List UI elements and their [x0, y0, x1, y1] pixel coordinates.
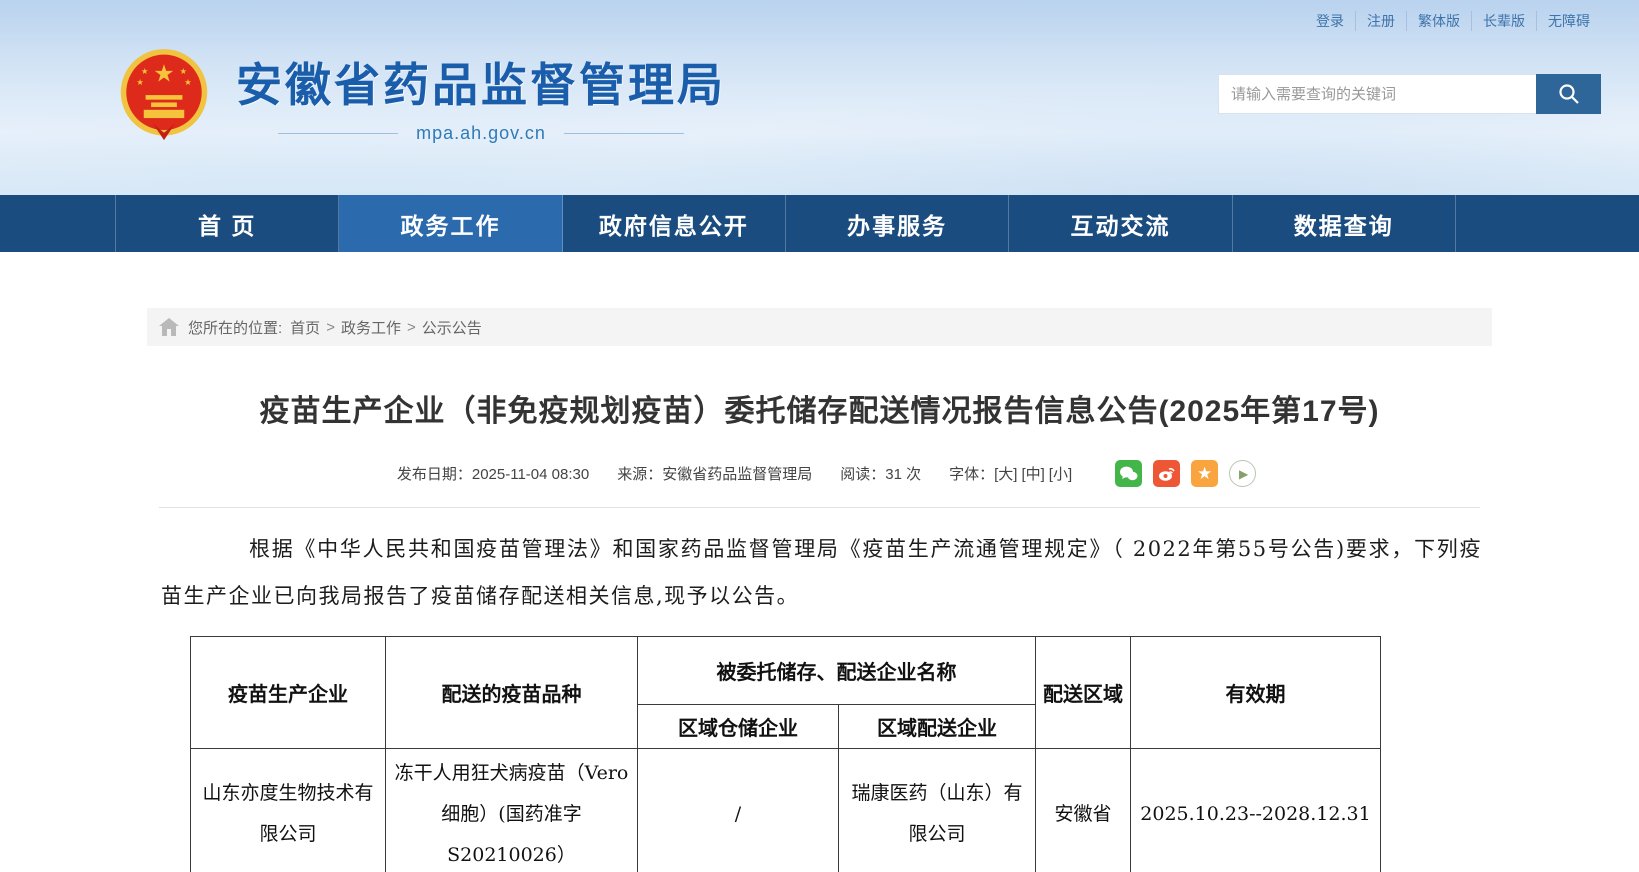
breadcrumb: 您所在的位置: 首页 > 政务工作 > 公示公告	[147, 308, 1492, 346]
national-emblem-icon: ★ ★ ★ ★ ★	[120, 49, 208, 141]
nav-item-info-disclosure[interactable]: 政府信息公开	[563, 195, 786, 252]
brand-text: 安徽省药品监督管理局 mpa.ah.gov.cn	[236, 49, 726, 144]
col-header-vaccine: 配送的疫苗品种	[385, 636, 638, 749]
col-header-entrusted: 被委托储存、配送企业名称	[637, 636, 1036, 705]
search-box	[1218, 74, 1601, 114]
source-label: 来源：	[617, 466, 663, 483]
breadcrumb-separator: >	[406, 318, 416, 336]
breadcrumb-home[interactable]: 首页	[290, 317, 320, 338]
play-icon[interactable]: ▶	[1229, 460, 1257, 487]
svg-text:★: ★	[136, 78, 143, 87]
svg-text:★: ★	[141, 67, 148, 76]
publish-date: 发布日期：2025-11-04 08:30	[397, 463, 589, 484]
topbar-link-login[interactable]: 登录	[1305, 11, 1355, 31]
col-header-region: 配送区域	[1035, 636, 1131, 749]
font-size-small-button[interactable]: [小]	[1049, 466, 1072, 483]
topbar-link-traditional[interactable]: 繁体版	[1406, 11, 1471, 31]
star-glyph: ★	[1197, 463, 1213, 483]
nav-item-home[interactable]: 首 页	[115, 195, 340, 252]
col-header-validity: 有效期	[1130, 636, 1381, 749]
cell-producer: 山东亦度生物技术有限公司	[190, 748, 386, 872]
article-paragraph: 根据《中华人民共和国疫苗管理法》和国家药品监督管理局《疫苗生产流通管理规定》（ …	[161, 537, 1482, 608]
article-source: 来源：安徽省药品监督管理局	[617, 463, 812, 484]
search-button[interactable]	[1536, 74, 1601, 114]
site-header: 登录 注册 繁体版 长辈版 无障碍 ★ ★ ★ ★ ★ 安徽省药品监督管理局 m…	[0, 0, 1639, 195]
weibo-icon[interactable]	[1153, 460, 1181, 487]
cell-validity: 2025.10.23--2028.12.31	[1130, 748, 1381, 872]
content: 您所在的位置: 首页 > 政务工作 > 公示公告 疫苗生产企业（非免疫规划疫苗）…	[147, 308, 1492, 872]
play-glyph: ▶	[1239, 466, 1249, 481]
site-title: 安徽省药品监督管理局	[236, 58, 726, 111]
nav-item-services[interactable]: 办事服务	[786, 195, 1010, 252]
topbar-link-accessibility[interactable]: 无障碍	[1536, 11, 1601, 31]
cell-storage: /	[637, 748, 839, 872]
col-header-producer: 疫苗生产企业	[190, 636, 386, 749]
font-size-control: 字体：[大] [中] [小]	[949, 463, 1076, 484]
search-icon	[1558, 84, 1579, 104]
nav-item-government-work[interactable]: 政务工作	[339, 195, 563, 252]
font-size-medium-button[interactable]: [中]	[1021, 466, 1044, 483]
content-divider	[159, 507, 1480, 508]
wechat-icon[interactable]	[1115, 460, 1143, 487]
nav-inner: 首 页 政务工作 政府信息公开 办事服务 互动交流 数据查询	[115, 195, 1456, 252]
site-domain: mpa.ah.gov.cn	[236, 123, 726, 144]
topbar-link-elderly[interactable]: 长辈版	[1471, 11, 1536, 31]
star-icon[interactable]: ★	[1191, 460, 1219, 487]
topbar: 登录 注册 繁体版 长辈版 无障碍	[0, 0, 1639, 32]
site-logo[interactable]: ★ ★ ★ ★ ★ 安徽省药品监督管理局 mpa.ah.gov.cn	[118, 44, 726, 148]
nav-item-interaction[interactable]: 互动交流	[1009, 195, 1233, 252]
topbar-links: 登录 注册 繁体版 长辈版 无障碍	[1305, 11, 1601, 31]
main-nav: 首 页 政务工作 政府信息公开 办事服务 互动交流 数据查询	[0, 195, 1639, 252]
publish-date-label: 发布日期：	[396, 466, 472, 483]
svg-text:★: ★	[180, 67, 187, 76]
share-icons: ★ ▶	[1104, 460, 1257, 487]
cell-delivery: 瑞康医药（山东）有限公司	[838, 748, 1036, 872]
cell-vaccine: 冻干人用狂犬病疫苗（Vero细胞）(国药准字S20210026）	[385, 748, 638, 872]
home-icon	[159, 318, 179, 336]
col-header-delivery: 区域配送企业	[838, 704, 1036, 749]
table-row: 山东亦度生物技术有限公司 冻干人用狂犬病疫苗（Vero细胞）(国药准字S2021…	[190, 748, 1381, 872]
domain-rule-left	[278, 132, 399, 134]
domain-rule-right	[563, 132, 684, 134]
cell-region: 安徽省	[1035, 748, 1131, 872]
source-value: 安徽省药品监督管理局	[662, 466, 813, 483]
svg-text:★: ★	[184, 78, 191, 87]
svg-text:★: ★	[153, 60, 174, 87]
breadcrumb-prefix: 您所在的位置:	[188, 319, 283, 337]
view-count: 阅读：31 次	[840, 463, 921, 484]
font-size-large-button[interactable]: [大]	[994, 466, 1017, 483]
publish-date-value: 2025-11-04 08:30	[471, 466, 590, 483]
col-header-storage: 区域仓储企业	[637, 704, 839, 749]
breadcrumb-separator: >	[326, 318, 335, 336]
site-domain-text: mpa.ah.gov.cn	[416, 122, 546, 143]
font-size-label: 字体：	[949, 466, 995, 483]
search-input[interactable]	[1218, 74, 1536, 114]
breadcrumb-public-notices[interactable]: 公示公告	[422, 317, 482, 338]
vaccine-report-table: 疫苗生产企业 配送的疫苗品种 被委托储存、配送企业名称 配送区域 有效期 区域仓…	[190, 636, 1381, 872]
breadcrumb-government-work[interactable]: 政务工作	[341, 317, 401, 338]
header-main: ★ ★ ★ ★ ★ 安徽省药品监督管理局 mpa.ah.gov.cn	[0, 32, 1639, 148]
article-title: 疫苗生产企业（非免疫规划疫苗）委托储存配送情况报告信息公告(2025年第17号)	[259, 395, 1380, 428]
topbar-link-register[interactable]: 注册	[1355, 11, 1406, 31]
article-meta: 发布日期：2025-11-04 08:30 来源：安徽省药品监督管理局 阅读：3…	[147, 460, 1492, 487]
views-label: 阅读：	[840, 466, 886, 483]
nav-item-data-query[interactable]: 数据查询	[1233, 195, 1456, 252]
views-value: 31 次	[885, 466, 922, 483]
